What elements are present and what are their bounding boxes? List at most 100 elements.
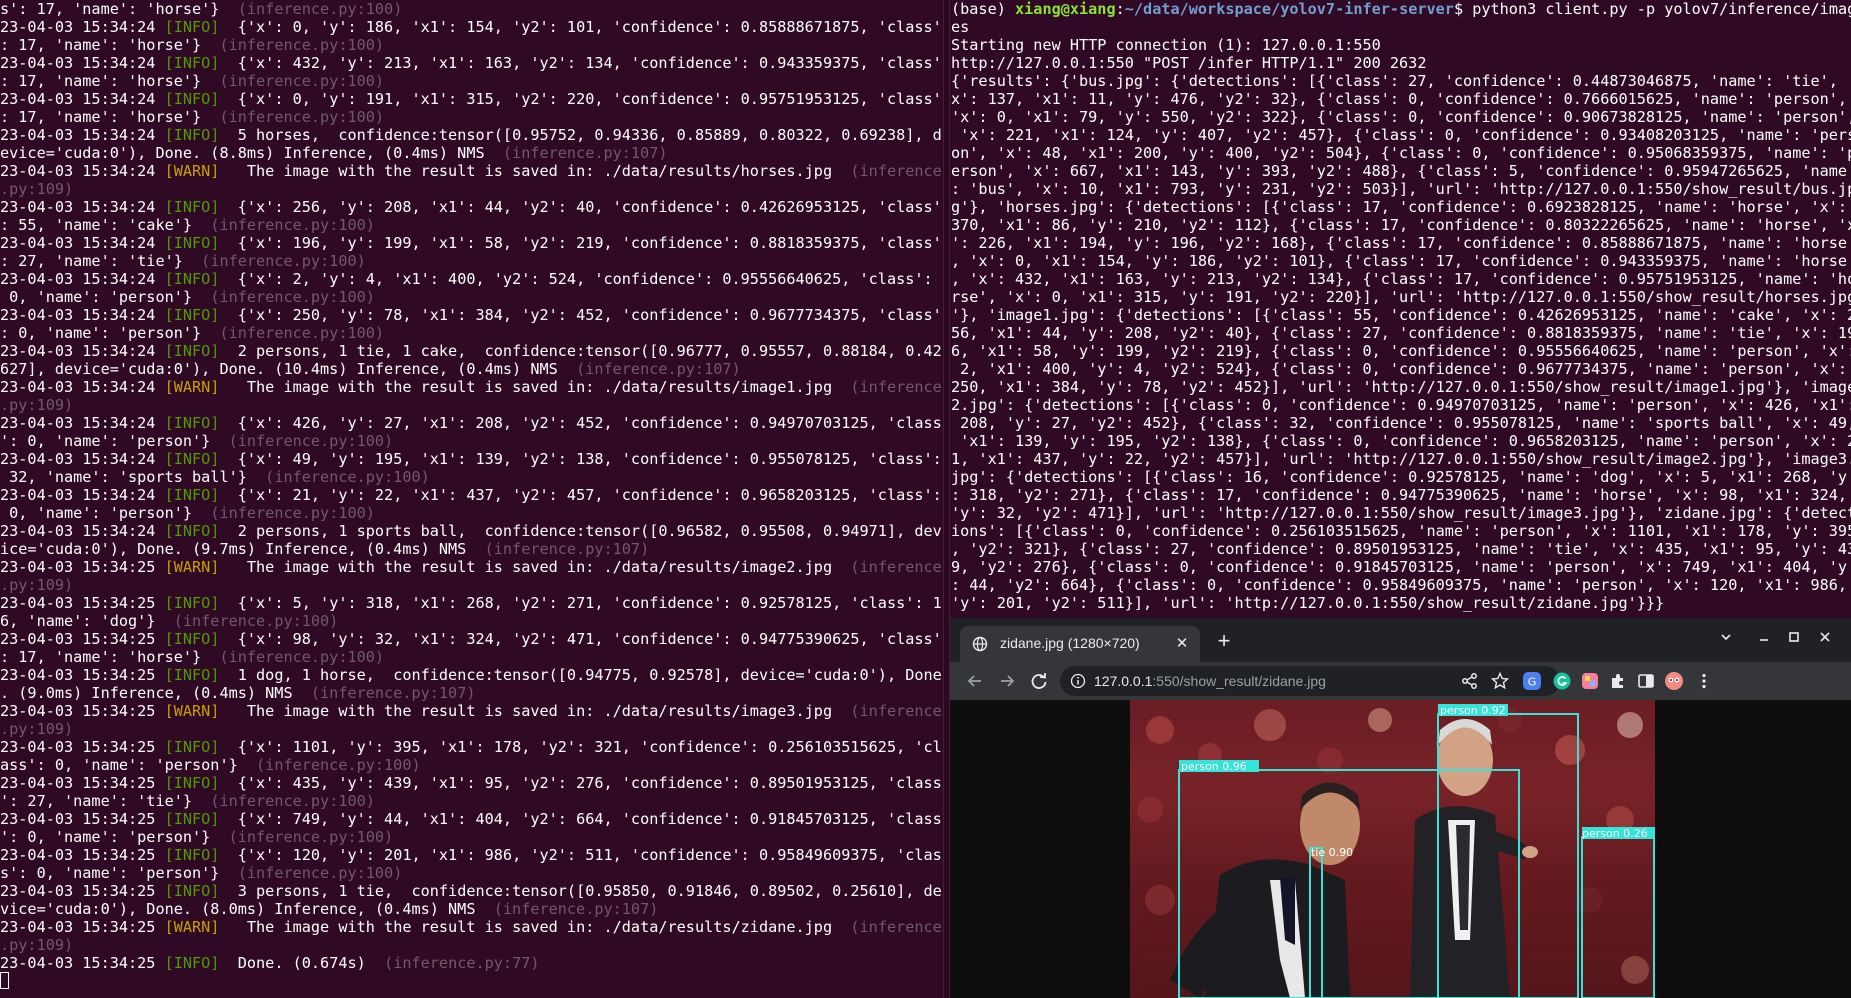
translate-extension-icon[interactable]: G xyxy=(1522,671,1542,691)
browser-toolbar: 127.0.0.1:550/show_result/zidane.jpg G xyxy=(950,662,1851,700)
terminal-text: (inference xyxy=(850,378,942,396)
terminal-line: vice='cuda:0'), Done. (8.0ms) Inference,… xyxy=(0,900,943,918)
terminal-text: (inference.py:100) xyxy=(210,288,375,306)
terminal-line: 56, 'x1': 44, 'y': 208, 'y2': 40}, {'cla… xyxy=(950,324,1851,342)
terminal-text: {'x': 250, 'y': 78, 'x1': 384, 'y2': 452… xyxy=(219,306,942,324)
terminal-text: on', 'x': 48, 'x1': 200, 'y': 400, 'y2':… xyxy=(951,144,1851,162)
terminal-text: (inference xyxy=(850,918,942,936)
url-host: 127.0.0.1 xyxy=(1094,673,1153,689)
log-level-warn: [WARN] xyxy=(164,162,220,180)
terminal-text: ': 27, 'name': 'tie'} xyxy=(0,792,211,810)
terminal-line: , 'y2': 321}, {'class': 27, 'confidence'… xyxy=(950,540,1851,558)
terminal-text: {'results': {'bus.jpg': {'detections': [… xyxy=(951,72,1851,90)
maximize-icon[interactable] xyxy=(1780,626,1808,652)
address-bar[interactable]: 127.0.0.1:550/show_result/zidane.jpg xyxy=(1060,666,1560,696)
terminal-line: ass': 0, 'name': 'person'} (inference.py… xyxy=(0,756,943,774)
terminal-text: 'x': 221, 'x1': 124, 'y': 407, 'y2': 457… xyxy=(951,126,1851,144)
terminal-text: http://127.0.0.1:550 "POST /infer HTTP/1… xyxy=(951,54,1427,72)
terminal-text: The image with the result is saved in: .… xyxy=(219,162,851,180)
window-close-icon[interactable] xyxy=(1811,626,1839,652)
kebab-menu-icon[interactable] xyxy=(1694,671,1714,691)
profile-avatar-icon[interactable] xyxy=(1664,671,1684,691)
share-icon[interactable] xyxy=(1460,671,1480,691)
terminal-text: 23-04-03 15:34:25 xyxy=(0,594,165,612)
sidebar-icon[interactable] xyxy=(1636,671,1656,691)
terminal-text: {'x': 1101, 'y': 395, 'x1': 178, 'y2': 3… xyxy=(219,738,942,756)
tab-strip: zidane.jpg (1280×720) ✕ + xyxy=(950,618,1851,662)
log-level-info: [INFO] xyxy=(164,342,220,360)
terminal-line: g'}, 'horses.jpg': {'detections': [{'cla… xyxy=(950,198,1851,216)
chevron-down-icon[interactable] xyxy=(1712,626,1740,652)
terminal-text: (inference.py:107) xyxy=(493,900,659,918)
terminal-text: {'x': 49, 'y': 195, 'x1': 139, 'y2': 138… xyxy=(219,450,942,468)
terminal-text: : 17, 'name': 'horse'} xyxy=(0,648,220,666)
left-terminal[interactable]: s': 17, 'name': 'horse'} (inference.py:1… xyxy=(0,0,943,998)
terminal-line: 6, 'name': 'dog'} (inference.py:100) xyxy=(0,612,943,630)
terminal-text: 23-04-03 15:34:24 xyxy=(0,378,165,396)
terminal-line: 23-04-03 15:34:25 [WARN] The image with … xyxy=(0,702,943,720)
terminal-text: 32, 'name': 'sports ball'} xyxy=(0,468,266,486)
terminal-line: ': 0, 'name': 'person'} (inference.py:10… xyxy=(0,828,943,846)
browser-window: zidane.jpg (1280×720) ✕ + 127.0.0.1:550/… xyxy=(950,618,1851,998)
plus-icon[interactable]: + xyxy=(1212,630,1236,654)
terminal-text: erson', 'x': 667, 'x1': 143, 'y': 393, '… xyxy=(951,162,1851,180)
terminal-line: 'x': 221, 'x1': 124, 'y': 407, 'y2': 457… xyxy=(950,126,1851,144)
log-level-info: [INFO] xyxy=(164,414,220,432)
terminal-text: (inference.py:100) xyxy=(219,648,385,666)
puzzle-icon[interactable] xyxy=(1608,671,1628,691)
terminal-line: 23-04-03 15:34:25 [WARN] The image with … xyxy=(0,558,943,576)
terminal-line: : 44, 'y2': 664}, {'class': 0, 'confiden… xyxy=(950,576,1851,594)
terminal-line: evice='cuda:0'), Done. (8.8ms) Inference… xyxy=(0,144,943,162)
terminal-text: : 17, 'name': 'horse'} xyxy=(0,72,220,90)
terminal-text: vice='cuda:0'), Done. (8.0ms) Inference,… xyxy=(0,900,494,918)
terminal-prompt-line[interactable] xyxy=(0,972,943,990)
terminal-text: 23-04-03 15:34:25 xyxy=(0,558,165,576)
result-image: person 0.92 person 0.96 tie 0.90 person … xyxy=(1130,700,1655,998)
terminal-text: {'x': 435, 'y': 439, 'x1': 95, 'y2': 276… xyxy=(219,774,942,792)
terminal-line: .py:109) xyxy=(0,576,943,594)
grammarly-extension-icon[interactable] xyxy=(1552,671,1572,691)
terminal-line: 23-04-03 15:34:24 [INFO] {'x': 21, 'y': … xyxy=(0,486,943,504)
terminal-text: jpg': {'detections': [{'class': 16, 'con… xyxy=(951,468,1851,486)
terminal-text: 23-04-03 15:34:24 xyxy=(0,126,165,144)
terminal-line: 'x': 0, 'x1': 79, 'y': 550, 'y2': 322}, … xyxy=(950,108,1851,126)
star-icon[interactable] xyxy=(1490,671,1510,691)
terminal-line: rse', 'x': 0, 'x1': 315, 'y': 191, 'y2':… xyxy=(950,288,1851,306)
terminal-line: 23-04-03 15:34:24 [WARN] The image with … xyxy=(0,162,943,180)
info-icon[interactable] xyxy=(1070,673,1086,689)
pane-splitter[interactable] xyxy=(943,0,950,998)
back-arrow-icon[interactable] xyxy=(962,668,988,694)
terminal-line: 208, 'y': 27, 'y2': 452}, {'class': 32, … xyxy=(950,414,1851,432)
terminal-text: 23-04-03 15:34:25 xyxy=(0,702,165,720)
terminal-text: 'y': 201, 'y2': 511}], 'url': 'http://12… xyxy=(951,594,1665,612)
reload-icon[interactable] xyxy=(1026,668,1052,694)
browser-tab[interactable]: zidane.jpg (1280×720) ✕ xyxy=(960,626,1200,662)
terminal-cursor xyxy=(0,972,9,989)
terminal-line: .py:109) xyxy=(0,180,943,198)
terminal-line: 'y': 32, 'y2': 471}], 'url': 'http://127… xyxy=(950,504,1851,522)
terminal-text: 2 persons, 1 sports ball, confidence:ten… xyxy=(219,522,942,540)
terminal-line: ': 27, 'name': 'tie'} (inference.py:100) xyxy=(0,792,943,810)
url-path: :550/show_result/zidane.jpg xyxy=(1152,673,1326,689)
terminal-line: http://127.0.0.1:550 "POST /infer HTTP/1… xyxy=(950,54,1851,72)
color-extension-icon[interactable] xyxy=(1580,671,1600,691)
terminal-text: 23-04-03 15:34:24 xyxy=(0,450,165,468)
terminal-text: 9, 'y2': 276}, {'class': 0, 'confidence'… xyxy=(951,558,1851,576)
terminal-text: {'x': 196, 'y': 199, 'x1': 58, 'y2': 219… xyxy=(219,234,942,252)
terminal-line: : 27, 'name': 'tie'} (inference.py:100) xyxy=(0,252,943,270)
log-level-info: [INFO] xyxy=(164,810,220,828)
terminal-line: 23-04-03 15:34:24 [INFO] {'x': 0, 'y': 1… xyxy=(0,18,943,36)
close-icon[interactable]: ✕ xyxy=(1172,634,1192,654)
terminal-text: (inference.py:100) xyxy=(219,36,385,54)
terminal-line: 'x1': 139, 'y': 195, 'y2': 138}, {'class… xyxy=(950,432,1851,450)
minimize-icon[interactable] xyxy=(1750,626,1778,652)
terminal-text: '}, 'image1.jpg': {'detections': [{'clas… xyxy=(951,306,1851,324)
terminal-line: 23-04-03 15:34:25 [INFO] {'x': 435, 'y':… xyxy=(0,774,943,792)
terminal-text: (inference xyxy=(850,702,942,720)
forward-arrow-icon[interactable] xyxy=(994,668,1020,694)
log-level-info: [INFO] xyxy=(164,90,220,108)
terminal-line: 23-04-03 15:34:24 [INFO] 2 persons, 1 sp… xyxy=(0,522,943,540)
terminal-text: 23-04-03 15:34:24 xyxy=(0,18,165,36)
terminal-line: '}, 'image1.jpg': {'detections': [{'clas… xyxy=(950,306,1851,324)
terminal-line: 23-04-03 15:34:24 [WARN] The image with … xyxy=(0,378,943,396)
